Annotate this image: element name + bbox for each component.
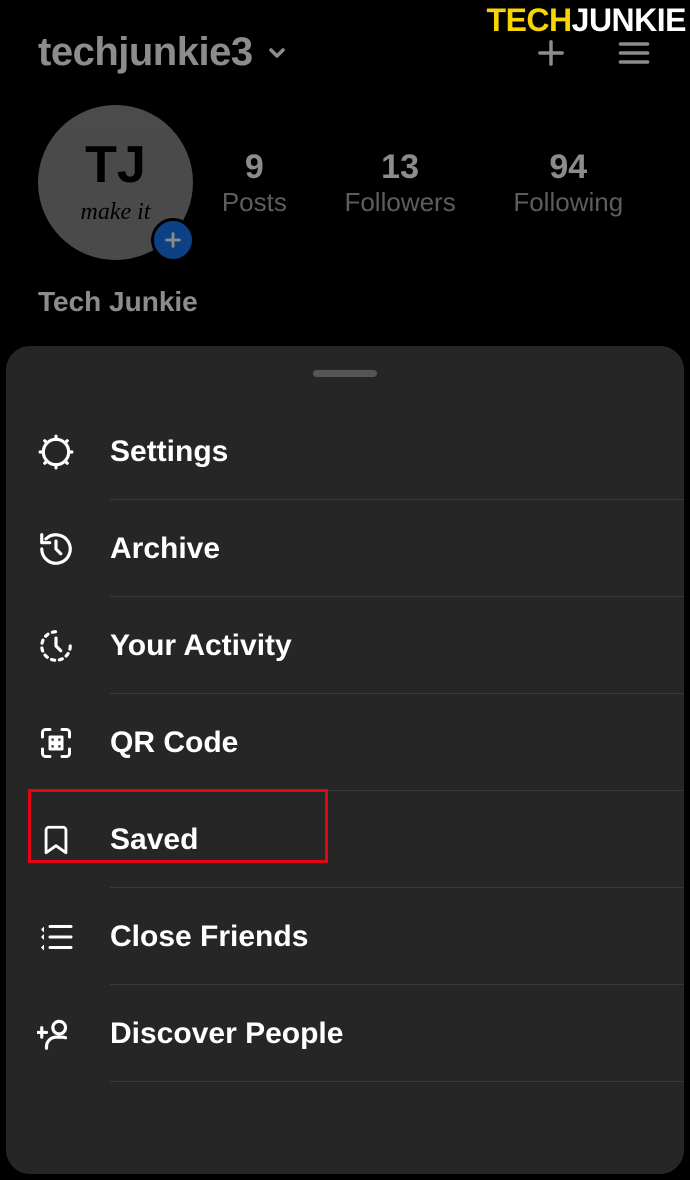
menu-item-settings[interactable]: Settings: [6, 403, 684, 500]
followers-count: 13: [344, 148, 455, 187]
profile-stats-row: TJ make it 9 Posts 13 Followers 94 Follo…: [0, 75, 690, 260]
followers-label: Followers: [344, 187, 455, 218]
menu-label: Saved: [110, 791, 654, 888]
create-post-icon[interactable]: [532, 34, 570, 72]
archive-icon: [36, 529, 76, 569]
qr-code-icon: [36, 723, 76, 763]
menu-label: Settings: [110, 403, 654, 500]
avatar-subtext: make it: [81, 199, 151, 226]
menu-label: QR Code: [110, 694, 654, 791]
add-story-icon[interactable]: [151, 218, 195, 262]
following-count: 94: [513, 148, 623, 187]
activity-icon: [36, 626, 76, 666]
menu-item-close-friends[interactable]: Close Friends: [6, 888, 684, 985]
menu-label: Archive: [110, 500, 654, 597]
avatar[interactable]: TJ make it: [38, 105, 193, 260]
hamburger-menu-icon[interactable]: [616, 35, 652, 71]
following-label: Following: [513, 187, 623, 218]
menu-item-your-activity[interactable]: Your Activity: [6, 597, 684, 694]
watermark-part2: JUNKIE: [572, 2, 686, 38]
avatar-initials: TJ: [85, 139, 146, 191]
menu-item-archive[interactable]: Archive: [6, 500, 684, 597]
watermark-part1: TECH: [487, 2, 572, 38]
posts-count: 9: [222, 148, 287, 187]
bookmark-icon: [36, 820, 76, 860]
menu-label: Close Friends: [110, 888, 654, 985]
stat-following[interactable]: 94 Following: [513, 148, 623, 218]
discover-people-icon: [36, 1014, 76, 1054]
display-name: Tech Junkie: [0, 260, 690, 318]
menu-item-qr-code[interactable]: QR Code: [6, 694, 684, 791]
menu-label: Your Activity: [110, 597, 654, 694]
sheet-grabber[interactable]: [313, 370, 377, 377]
close-friends-icon: [36, 917, 76, 957]
stat-posts[interactable]: 9 Posts: [222, 148, 287, 218]
stat-followers[interactable]: 13 Followers: [344, 148, 455, 218]
stats-container: 9 Posts 13 Followers 94 Following: [193, 148, 652, 218]
bottom-sheet: Settings Archive Your Activity QR Code S…: [6, 346, 684, 1174]
posts-label: Posts: [222, 187, 287, 218]
menu-item-discover-people[interactable]: Discover People: [6, 985, 684, 1082]
header-actions: [532, 34, 652, 72]
chevron-down-icon[interactable]: [265, 41, 289, 65]
gear-icon: [36, 432, 76, 472]
menu-item-saved[interactable]: Saved: [6, 791, 684, 888]
menu-label: Discover People: [110, 985, 654, 1082]
username-label[interactable]: techjunkie3: [38, 30, 253, 75]
watermark-logo: TECHJUNKIE: [487, 2, 686, 39]
